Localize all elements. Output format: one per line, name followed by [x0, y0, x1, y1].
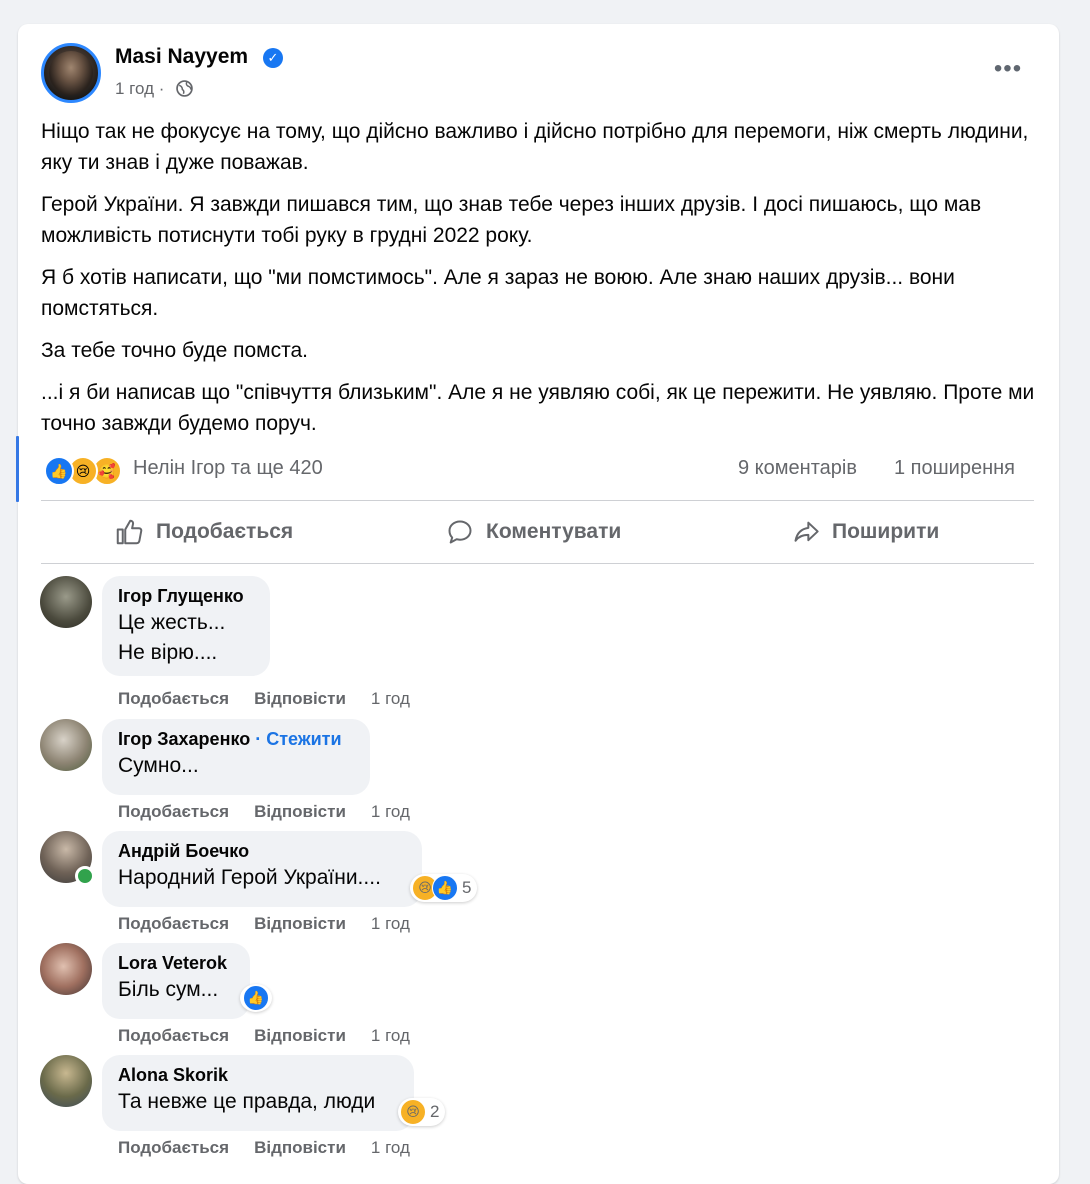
- share-button-label: Поширити: [832, 520, 940, 543]
- comment-time[interactable]: 1 год: [371, 1026, 410, 1046]
- comment-button[interactable]: Коментувати: [446, 515, 621, 549]
- post-time[interactable]: 1 год ·: [115, 79, 164, 99]
- verified-badge-icon: ✓: [263, 48, 283, 68]
- comment-reply-link[interactable]: Відповісти: [254, 689, 346, 709]
- comment-text: Це жесть...: [118, 611, 226, 634]
- comment-bubble: Андрій Боечко Народний Герой України....: [102, 831, 422, 907]
- comment-reply-link[interactable]: Відповісти: [254, 1026, 346, 1046]
- reaction-count: 2: [430, 1102, 440, 1121]
- like-button[interactable]: Подобається: [114, 515, 293, 549]
- comment-reply-link[interactable]: Відповісти: [254, 1138, 346, 1158]
- comment-time[interactable]: 1 год: [371, 914, 410, 934]
- post-paragraph: Ніщо так не фокусує на тому, що дійсно в…: [41, 120, 1029, 174]
- comment-time[interactable]: 1 год: [371, 1138, 410, 1158]
- comment-bubble: Alona Skorik Та невже це правда, люди: [102, 1055, 414, 1131]
- comment-like-link[interactable]: Подобається: [118, 1026, 229, 1046]
- post-text: Ніщо так не фокусує на тому, що дійсно в…: [41, 116, 1041, 450]
- comment-actions: Подобається Відповісти 1 год: [118, 689, 410, 709]
- avatar[interactable]: [40, 576, 92, 628]
- author-name[interactable]: Masi Nayyem: [115, 45, 248, 69]
- comment-text: Та невже це правда, люди: [118, 1090, 376, 1113]
- comment-time[interactable]: 1 год: [371, 802, 410, 822]
- post-paragraph: Я б хотів написати, що "ми помстимось". …: [41, 266, 955, 320]
- more-options-icon[interactable]: •••: [990, 54, 1026, 84]
- online-status-icon: [75, 866, 95, 886]
- share-button[interactable]: Поширити: [792, 515, 939, 549]
- focus-indicator: [16, 436, 19, 502]
- comment-actions: Подобається Відповісти 1 год: [118, 1138, 410, 1158]
- divider: [41, 500, 1034, 501]
- comment-icon: [448, 520, 472, 544]
- comment-bubble: Lora Veterok Біль сум...: [102, 943, 250, 1019]
- comment-actions: Подобається Відповісти 1 год: [118, 914, 410, 934]
- thumbs-up-icon: [116, 519, 143, 545]
- comment-actions: Подобається Відповісти 1 год: [118, 1026, 410, 1046]
- post-paragraph: ...і я би написав що "співчуття близьким…: [41, 381, 1035, 435]
- shares-count[interactable]: 1 поширення: [894, 457, 1015, 480]
- comment-like-link[interactable]: Подобається: [118, 689, 229, 709]
- comment-text: Біль сум...: [118, 978, 219, 1001]
- comment-item: Alona Skorik Та невже це правда, люди 😢 …: [18, 1055, 1058, 1165]
- author-avatar[interactable]: [41, 43, 101, 103]
- comment-item: Андрій Боечко Народний Герой України....…: [18, 831, 1058, 941]
- comment-button-label: Коментувати: [486, 520, 622, 543]
- avatar[interactable]: [40, 719, 92, 771]
- comment-item: Lora Veterok Біль сум... 👍 Подобається В…: [18, 943, 1058, 1053]
- comment-text: Не вірю....: [118, 641, 218, 664]
- comment-bubble: Ігор Глущенко Це жесть... Не вірю....: [102, 576, 270, 676]
- commenter-name[interactable]: Lora Veterok: [118, 951, 234, 975]
- divider: [41, 563, 1034, 564]
- commenter-name[interactable]: Ігор Захаренко: [118, 729, 250, 749]
- reactors-summary[interactable]: Нелін Ігор та ще 420: [133, 457, 323, 480]
- post-paragraph: За тебе точно буде помста.: [41, 339, 309, 362]
- share-arrow-icon: [794, 521, 819, 542]
- comment-time[interactable]: 1 год: [371, 689, 410, 709]
- comment-reactions[interactable]: 😢 👍 5: [410, 874, 478, 902]
- comment-reactions[interactable]: 👍: [240, 984, 272, 1012]
- globe-icon: [176, 80, 193, 97]
- comment-bubble: Ігор Захаренко · Стежити Сумно...: [102, 719, 370, 795]
- follow-link[interactable]: · Стежити: [255, 729, 341, 749]
- comments-count[interactable]: 9 коментарів: [738, 457, 857, 480]
- like-reaction-icon: 👍: [44, 456, 74, 486]
- comment-actions: Подобається Відповісти 1 год: [118, 802, 410, 822]
- comment-text: Народний Герой України....: [118, 866, 381, 889]
- commenter-name[interactable]: Alona Skorik: [118, 1063, 398, 1087]
- like-reaction-icon: 👍: [432, 875, 458, 901]
- commenter-name[interactable]: Ігор Глущенко: [118, 584, 254, 608]
- commenter-name[interactable]: Андрій Боечко: [118, 839, 406, 863]
- comment-item: Ігор Глущенко Це жесть... Не вірю.... По…: [18, 576, 1058, 709]
- commenter-name-row: Ігор Захаренко · Стежити: [118, 727, 354, 751]
- comment-reactions[interactable]: 😢 2: [398, 1098, 446, 1126]
- sad-reaction-icon: 😢: [400, 1099, 426, 1125]
- avatar[interactable]: [40, 1055, 92, 1107]
- reaction-icons[interactable]: 👍 😢 🥰: [44, 456, 134, 486]
- like-button-label: Подобається: [156, 520, 294, 543]
- post-card: Masi Nayyem ✓ 1 год · ••• Ніщо так не фо…: [18, 24, 1059, 1184]
- like-reaction-icon: 👍: [243, 985, 269, 1011]
- comment-text: Сумно...: [118, 754, 199, 777]
- comment-like-link[interactable]: Подобається: [118, 1138, 229, 1158]
- comment-item: Ігор Захаренко · Стежити Сумно... Подоба…: [18, 719, 1058, 829]
- comment-reply-link[interactable]: Відповісти: [254, 802, 346, 822]
- comment-reply-link[interactable]: Відповісти: [254, 914, 346, 934]
- reaction-count: 5: [462, 878, 472, 897]
- comment-like-link[interactable]: Подобається: [118, 914, 229, 934]
- post-paragraph: Герой України. Я завжди пишався тим, що …: [41, 193, 982, 247]
- avatar[interactable]: [40, 943, 92, 995]
- comment-like-link[interactable]: Подобається: [118, 802, 229, 822]
